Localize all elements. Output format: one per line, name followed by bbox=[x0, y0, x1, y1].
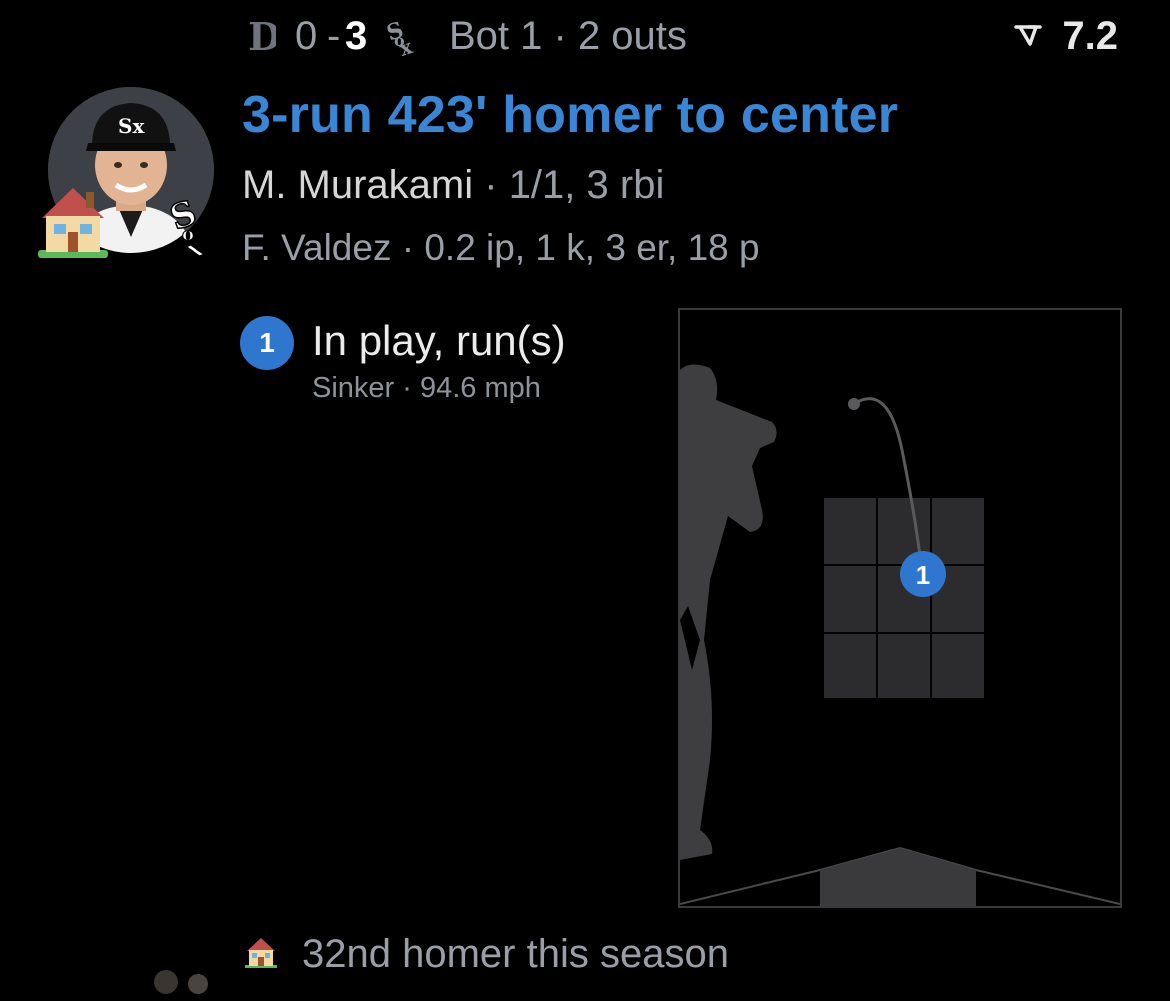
score-separator: - bbox=[327, 14, 341, 58]
pitcher-line: F. Valdez · 0.2 ip, 1 k, 3 er, 18 p bbox=[242, 226, 760, 270]
white-sox-logo-icon: S x o bbox=[384, 16, 424, 69]
batter-stats: 1/1, 3 rbi bbox=[508, 163, 665, 207]
inning-status: Bot 1 · 2 outs bbox=[449, 14, 687, 58]
dot-separator: · bbox=[473, 163, 509, 207]
svg-text:D: D bbox=[248, 14, 276, 58]
strike-zone-grid bbox=[824, 498, 984, 698]
batter-silhouette bbox=[680, 364, 777, 860]
scoreboard-header: D 0 - 3 S x o Bot 1 · 2 outs 7.2 bbox=[0, 0, 1170, 80]
dot-separator: · bbox=[391, 227, 425, 268]
pitch-result: In play, run(s) bbox=[312, 317, 566, 364]
season-homer-note: 32nd homer this season bbox=[302, 932, 729, 976]
pitch-type-speed: Sinker · 94.6 mph bbox=[312, 372, 541, 404]
win-probability-value: 7.2 bbox=[1062, 14, 1118, 58]
svg-text:o: o bbox=[182, 224, 194, 245]
pitcher-stats: 0.2 ip, 1 k, 3 er, 18 p bbox=[424, 227, 760, 268]
home-plate bbox=[680, 846, 1120, 906]
pitcher-name[interactable]: F. Valdez bbox=[242, 227, 391, 268]
white-sox-logo-icon: S x o bbox=[164, 192, 220, 267]
strike-zone-panel[interactable]: 1 bbox=[678, 308, 1122, 908]
win-probability-icon bbox=[1014, 24, 1042, 53]
svg-text:Sx: Sx bbox=[118, 114, 145, 138]
house-icon bbox=[244, 935, 278, 969]
pitch-release-point bbox=[848, 398, 860, 410]
next-player-avatar[interactable] bbox=[138, 968, 218, 996]
play-headline[interactable]: 3-run 423' homer to center bbox=[242, 86, 898, 144]
pitch-marker-label: 1 bbox=[916, 560, 930, 590]
pitch-marker[interactable]: 1 bbox=[900, 551, 946, 597]
home-score: 3 bbox=[345, 14, 368, 58]
batter-line: M. Murakami · 1/1, 3 rbi bbox=[242, 162, 664, 208]
svg-text:o: o bbox=[394, 31, 405, 50]
pitch-number-badge: 1 bbox=[240, 316, 294, 370]
tigers-logo-icon: D bbox=[246, 14, 281, 67]
away-score: 0 bbox=[295, 14, 318, 58]
batter-name[interactable]: M. Murakami bbox=[242, 163, 473, 207]
house-icon bbox=[36, 178, 110, 260]
